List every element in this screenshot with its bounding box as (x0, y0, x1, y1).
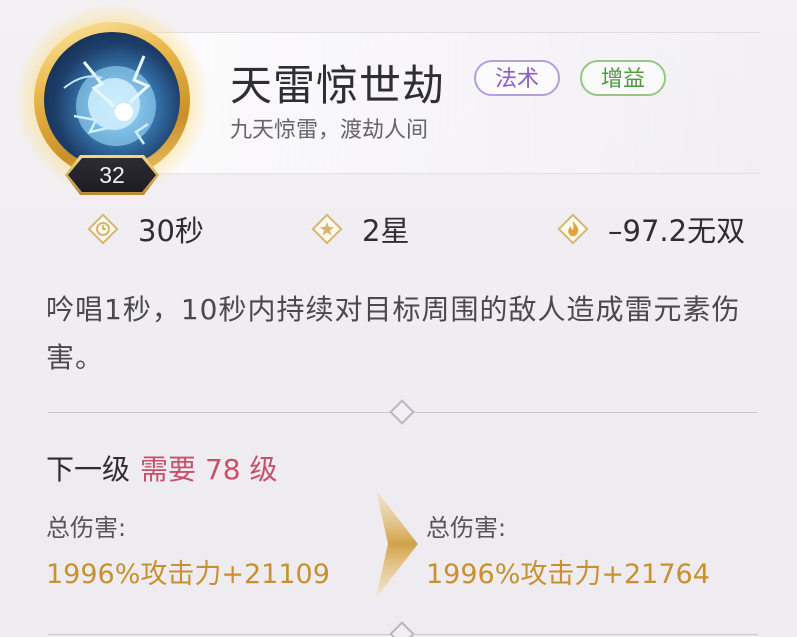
next-level-title: 下一级 (46, 453, 131, 486)
stars-value: 2星 (362, 214, 410, 248)
current-damage-label: 总伤害: (46, 514, 127, 542)
wushuang-value: –97.2无双 (608, 214, 746, 248)
thunder-orb-icon (44, 32, 180, 168)
cooldown-value: 30秒 (138, 214, 204, 248)
skill-description: 吟唱1秒，10秒内持续对目标周围的敌人造成雷元素伤害。 (46, 293, 741, 374)
star-icon (311, 213, 343, 245)
tag-buff: 增益 (580, 60, 666, 96)
next-damage-value: 1996%攻击力+21764 (426, 559, 710, 590)
next-damage-label: 总伤害: (426, 514, 507, 542)
current-damage-value: 1996%攻击力+21109 (46, 559, 330, 590)
requirement-level: 78 (204, 453, 241, 486)
chevron-right-icon (376, 490, 418, 598)
skill-level: 32 (99, 162, 125, 188)
next-level-header: 下一级 需要 78 级 (46, 448, 278, 488)
clock-icon (87, 213, 119, 245)
requirement-prefix: 需要 (140, 453, 197, 486)
flame-icon (557, 213, 589, 245)
level-requirement: 需要 78 级 (140, 453, 277, 486)
requirement-suffix: 级 (249, 453, 278, 486)
divider-gem-icon (389, 399, 415, 425)
skill-detail-panel: 32 天雷惊世劫 法术 增益 九天惊雷，渡劫人间 30秒 2星 –97.2无双 … (0, 0, 797, 637)
skill-emblem[interactable]: 32 (16, 4, 208, 196)
skill-level-badge: 32 (65, 155, 159, 195)
skill-subtitle: 九天惊雷，渡劫人间 (230, 118, 429, 143)
skill-name: 天雷惊世劫 (230, 61, 446, 110)
divider-gem-bottom-icon (389, 621, 415, 637)
tag-spell: 法术 (474, 60, 560, 96)
